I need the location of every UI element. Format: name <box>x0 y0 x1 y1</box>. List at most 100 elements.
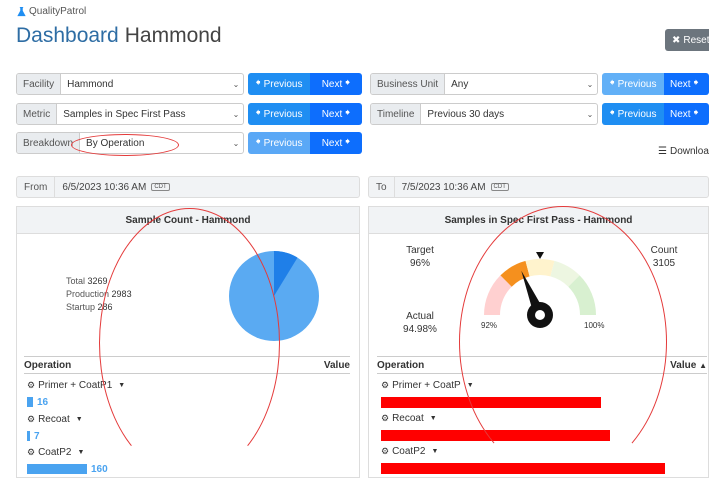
cogs-icon: ⚙ <box>27 447 36 457</box>
to-label: To <box>369 177 395 197</box>
cogs-icon: ⚙ <box>381 446 390 456</box>
sample-count-bar <box>27 464 87 474</box>
operation-name: CoatP2 <box>38 447 72 458</box>
arrow-left-icon: 🠸 <box>255 107 261 119</box>
brand-name[interactable]: QualityPatrol <box>29 6 86 17</box>
cogs-icon: ⚙ <box>27 414 36 424</box>
count-label: Count <box>650 245 678 256</box>
from-label: From <box>17 177 56 197</box>
arrow-left-icon: 🠸 <box>609 77 615 89</box>
chevron-down-icon: ⌄ <box>232 138 240 148</box>
next-label: Next <box>321 78 343 90</box>
next-label: Next <box>670 78 691 90</box>
metric-select[interactable]: Metric Samples in Spec First Pass ⌄ <box>16 103 244 125</box>
sample-row-operation[interactable]: ⚙ CoatP2 ▼ <box>27 447 84 458</box>
facility-select[interactable]: Facility Hammond ⌄ <box>16 73 244 95</box>
business-unit-previous-button[interactable]: 🠸 Previous <box>602 73 664 95</box>
previous-label: Previous <box>263 108 303 120</box>
actual-stat: Actual 94.98% <box>392 310 448 336</box>
business-unit-select[interactable]: Business Unit Any ⌄ <box>370 73 598 95</box>
arrow-left-icon: 🠸 <box>609 107 615 119</box>
value-column-header[interactable]: Value <box>324 360 350 371</box>
chevron-down-icon: ⌄ <box>586 109 594 119</box>
arrow-left-icon: 🠸 <box>255 77 261 89</box>
facility-next-button[interactable]: Next 🠺 <box>310 73 362 95</box>
breakdown-previous-button[interactable]: 🠸 Previous <box>248 132 310 154</box>
arrow-left-icon: 🠸 <box>255 136 261 148</box>
value-column-label: Value <box>670 359 697 371</box>
production-label: Production <box>66 289 110 299</box>
facility-nav: 🠸 Previous Next 🠺 <box>248 73 362 95</box>
database-icon: ☰ <box>658 146 667 157</box>
caret-down-icon: ▼ <box>431 448 439 455</box>
arrow-right-icon: 🠺 <box>345 77 351 89</box>
page-title-text: Dashboard <box>16 24 119 47</box>
download-button[interactable]: ☰ Downloa <box>658 146 709 157</box>
timezone-badge: CDT <box>151 183 170 191</box>
operation-name: Recoat <box>392 413 424 424</box>
previous-label: Previous <box>263 78 303 90</box>
caret-down-icon: ▼ <box>75 416 83 423</box>
previous-label: Previous <box>263 137 303 149</box>
timeline-select[interactable]: Timeline Previous 30 days ⌄ <box>370 103 598 125</box>
operation-name: Primer + CoatP1 <box>38 380 113 391</box>
breakdown-nav: 🠸 Previous Next 🠺 <box>248 132 362 154</box>
business-unit-next-button[interactable]: Next 🠺 <box>664 73 709 95</box>
sample-count-value: 7 <box>34 431 40 442</box>
annotation-circle-gauge <box>459 206 667 478</box>
cogs-icon: ⚙ <box>27 380 36 390</box>
next-label: Next <box>321 108 343 120</box>
next-label: Next <box>670 108 691 120</box>
metric-previous-button[interactable]: 🠸 Previous <box>248 103 310 125</box>
value-column-header[interactable]: Value ▲ <box>670 360 707 371</box>
sample-count-value: 16 <box>37 397 49 408</box>
annotation-circle-breakdown <box>71 134 179 156</box>
caret-down-icon: ▼ <box>429 415 437 422</box>
download-label: Downloa <box>669 146 709 157</box>
business-unit-nav: 🠸 Previous Next 🠺 <box>602 73 709 95</box>
metric-label: Metric <box>17 104 58 124</box>
arrow-right-icon: 🠺 <box>345 107 351 119</box>
chevron-down-icon: ⌄ <box>586 79 594 89</box>
reset-button-label: Reset <box>683 34 709 46</box>
spec-row-operation[interactable]: ⚙ CoatP2 ▼ <box>381 446 438 457</box>
timeline-nav: 🠸 Previous Next 🠺 <box>602 103 709 125</box>
reset-button[interactable]: ✖ Reset <box>665 29 709 51</box>
spec-percent-value: 88.75% <box>630 464 664 475</box>
facility-value: Hammond <box>67 78 114 90</box>
breakdown-next-button[interactable]: Next 🠺 <box>310 132 362 154</box>
metric-nav: 🠸 Previous Next 🠺 <box>248 103 362 125</box>
to-date-range[interactable]: To 7/5/2023 10:36 AM CDT <box>368 176 709 198</box>
timezone-badge: CDT <box>490 183 509 191</box>
next-label: Next <box>321 137 343 149</box>
spec-row-operation[interactable]: ⚙ Recoat ▼ <box>381 413 437 424</box>
page-subtitle: Hammond <box>124 24 222 47</box>
spec-row-operation[interactable]: ⚙ Primer + CoatP ▼ <box>381 380 474 391</box>
operation-column-header[interactable]: Operation <box>24 360 71 371</box>
page-title: Dashboard Hammond <box>16 24 222 48</box>
previous-label: Previous <box>617 78 657 90</box>
target-stat: Target 96% <box>392 244 448 270</box>
operation-column-header[interactable]: Operation <box>377 360 424 371</box>
from-value: 6/5/2023 10:36 AM <box>62 181 147 193</box>
metric-next-button[interactable]: Next 🠺 <box>310 103 362 125</box>
actual-label: Actual <box>406 311 434 322</box>
arrow-right-icon: 🠺 <box>693 77 699 89</box>
total-value: 3269 <box>87 276 108 286</box>
sort-asc-icon: ▲ <box>699 360 707 370</box>
flask-icon <box>17 6 26 16</box>
cogs-icon: ⚙ <box>381 380 390 390</box>
sample-row-operation[interactable]: ⚙ Recoat ▼ <box>27 414 83 425</box>
target-value: 96% <box>409 258 430 269</box>
facility-previous-button[interactable]: 🠸 Previous <box>248 73 310 95</box>
cogs-icon: ⚙ <box>381 413 390 423</box>
annotation-circle-sample-panel <box>99 208 280 478</box>
to-value: 7/5/2023 10:36 AM <box>401 181 486 193</box>
sample-count-bar <box>27 397 33 407</box>
metric-value: Samples in Spec First Pass <box>63 108 186 120</box>
timeline-previous-button[interactable]: 🠸 Previous <box>602 103 664 125</box>
from-date-range[interactable]: From 6/5/2023 10:36 AM CDT <box>16 176 360 198</box>
business-unit-value: Any <box>451 78 469 90</box>
timeline-next-button[interactable]: Next 🠺 <box>664 103 709 125</box>
close-icon: ✖ <box>672 34 681 46</box>
